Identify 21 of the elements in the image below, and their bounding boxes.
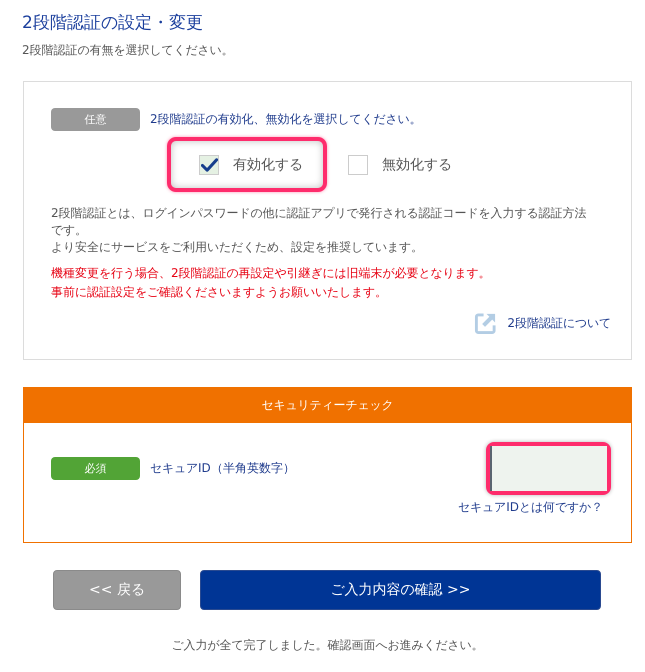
page-subtitle: 2段階認証の有無を選択してください。 <box>22 42 235 59</box>
confirm-button[interactable]: ご入力内容の確認 >> <box>200 570 601 610</box>
description-text: 2段階認証とは、ログインパスワードの他に認証アプリで発行される認証コードを入力する認証方法です。 <box>51 205 588 239</box>
prompt-label: 2段階認証の有効化、無効化を選択してください。 <box>150 111 422 128</box>
required-badge: 必須 <box>51 457 140 480</box>
about-link[interactable]: 2段階認証について <box>507 315 611 332</box>
checkmark-icon <box>200 158 218 172</box>
external-link-icon[interactable] <box>474 312 498 335</box>
field-label: セキュアID（半角英数字） <box>150 460 295 477</box>
page-title: 2段階認証の設定・変更 <box>22 12 204 34</box>
option-label[interactable]: 無効化する <box>382 156 452 174</box>
warning-text: 機種変更を行う場合、2段階認証の再設定や引継ぎには旧端末が必要となります。 <box>51 265 492 282</box>
footer-text: ご入力が全て完了しました。確認画面へお進みください。 <box>170 637 484 653</box>
checkbox[interactable] <box>199 154 219 174</box>
panel-header: セキュリティーチェック <box>24 388 631 423</box>
help-link[interactable]: セキュアIDとは何ですか？ <box>458 499 603 516</box>
description-text: より安全にサービスをご利用いただくため、設定を推奨しています。 <box>51 239 424 256</box>
option-label[interactable]: 有効化する <box>233 156 303 174</box>
optional-badge: 任意 <box>51 108 140 131</box>
checkbox[interactable] <box>348 154 368 174</box>
warning-text: 事前に認証設定をご確認くださいますようお願いいたします。 <box>51 284 388 301</box>
